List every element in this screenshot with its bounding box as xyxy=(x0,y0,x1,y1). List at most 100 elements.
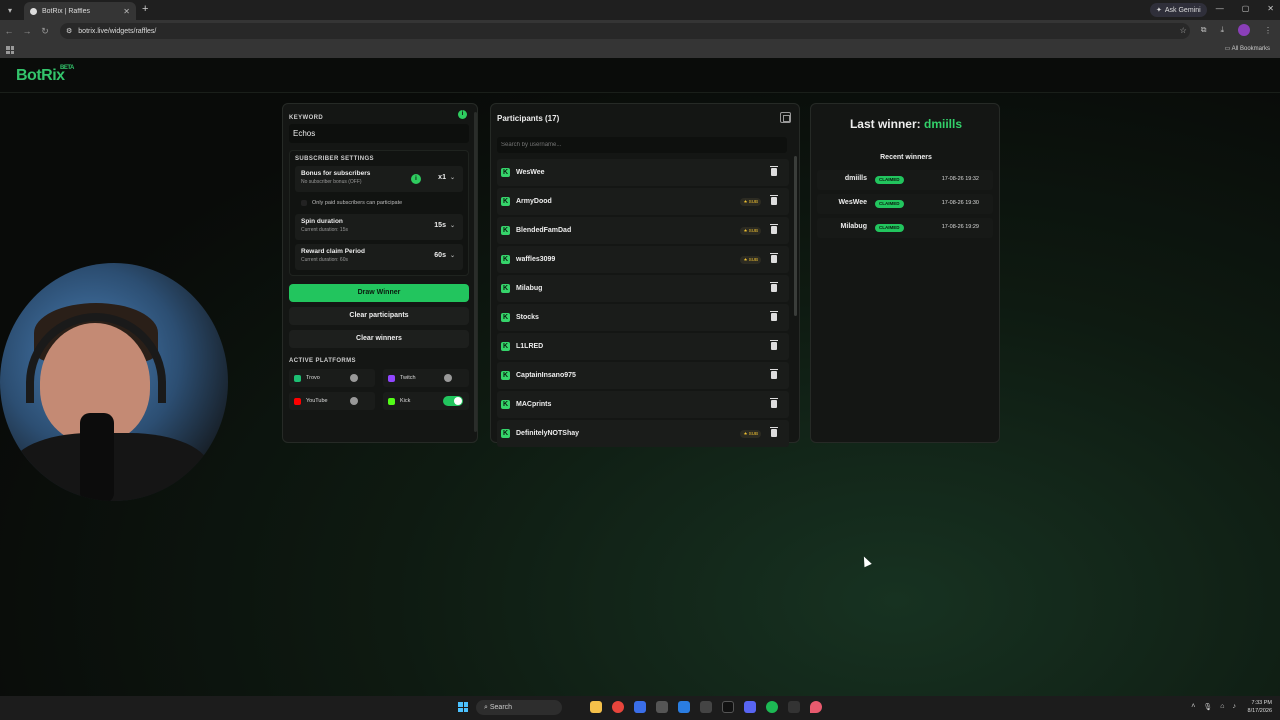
list-item: K L1LRED xyxy=(497,333,789,360)
spin-select[interactable]: 15s ⌄ xyxy=(434,222,455,229)
all-bookmarks-link[interactable]: ▭ All Bookmarks xyxy=(1225,45,1270,52)
maps-pin-icon[interactable] xyxy=(810,701,822,713)
logo-text: BotRix xyxy=(16,67,65,84)
discord-icon[interactable] xyxy=(744,701,756,713)
last-winner-heading: Last winner: dmiills xyxy=(811,117,1001,131)
bookmark-star-icon[interactable]: ☆ xyxy=(1180,26,1187,35)
trash-icon[interactable] xyxy=(770,224,778,234)
extensions-icon[interactable]: ⧉ xyxy=(1201,25,1207,35)
terminal-icon[interactable] xyxy=(788,701,800,713)
ask-gemini-button[interactable]: ✦ Ask Gemini xyxy=(1150,3,1207,17)
bonus-setting: Bonus for subscribers No subscriber bonu… xyxy=(295,166,463,192)
participants-scrollbar[interactable] xyxy=(794,156,797,316)
microphone-icon[interactable]: 🎙 xyxy=(1203,703,1212,711)
browser-menu-icon[interactable]: ⋮ xyxy=(1264,26,1272,35)
tab-close-icon[interactable]: ✕ xyxy=(123,7,130,16)
site-header: BotRix BETA xyxy=(0,58,1280,93)
trovo-toggle[interactable] xyxy=(349,373,369,383)
taskbar-search-label: Search xyxy=(489,704,513,711)
recent-winners-heading: Recent winners xyxy=(880,154,932,161)
trash-icon[interactable] xyxy=(770,340,778,350)
draw-winner-button[interactable]: Draw Winner xyxy=(289,284,469,302)
spotify-icon[interactable] xyxy=(766,701,778,713)
platform-label: Twitch xyxy=(400,375,416,381)
copy-icon[interactable] xyxy=(780,112,791,123)
reload-icon[interactable]: ↻ xyxy=(36,26,54,37)
network-icon[interactable]: ⌂ xyxy=(1220,703,1224,711)
keyword-info-icon[interactable]: i xyxy=(458,110,467,119)
sub-badge: ★ SUB xyxy=(740,430,761,438)
chrome-icon[interactable] xyxy=(612,701,624,713)
platform-trovo: Trovo xyxy=(289,369,375,387)
clear-participants-button[interactable]: Clear participants xyxy=(289,307,469,325)
sub-badge-label: SUB xyxy=(748,257,758,262)
kick-toggle[interactable] xyxy=(443,396,463,406)
clear-winners-button[interactable]: Clear winners xyxy=(289,330,469,348)
participants-panel: Participants (17) KWesWeeKArmyDood★ SUBK… xyxy=(490,103,800,447)
sub-badge-label: SUB xyxy=(748,431,758,436)
window-controls: — ▢ ✕ xyxy=(1216,4,1274,13)
subscriber-settings: SUBSCRIBER SETTINGS Bonus for subscriber… xyxy=(289,150,469,276)
kick-icon: K xyxy=(501,371,510,380)
participant-search-input[interactable] xyxy=(497,137,787,153)
maximize-icon[interactable]: ▢ xyxy=(1242,4,1250,13)
url-field[interactable]: ⚙ botrix.live/widgets/raffles/ xyxy=(60,23,1190,39)
store-icon[interactable] xyxy=(678,701,690,713)
last-winner-name: dmiills xyxy=(924,117,963,131)
trash-icon[interactable] xyxy=(770,166,778,176)
back-icon[interactable]: ← xyxy=(0,26,18,36)
settings-scrollbar[interactable] xyxy=(474,112,477,432)
keyword-input[interactable]: Echos xyxy=(289,124,469,143)
minimize-icon[interactable]: — xyxy=(1216,4,1224,13)
volume-icon[interactable]: ♪ xyxy=(1233,703,1237,711)
clock[interactable]: 7:33 PM 8/17/2026 xyxy=(1248,699,1272,715)
kick-icon: K xyxy=(501,226,510,235)
tiktok-icon[interactable] xyxy=(722,701,734,713)
apps-grid-icon[interactable] xyxy=(6,46,14,54)
trash-icon[interactable] xyxy=(770,398,778,408)
sub-badge: ★ SUB xyxy=(740,198,761,206)
close-window-icon[interactable]: ✕ xyxy=(1267,4,1274,13)
list-item: K Stocks xyxy=(497,304,789,331)
obs-icon[interactable] xyxy=(656,701,668,713)
twitch-toggle[interactable] xyxy=(443,373,463,383)
forward-icon[interactable]: → xyxy=(18,26,36,36)
participant-name: BlendedFamDad xyxy=(516,227,572,234)
tab-search-chevron-icon[interactable]: ▾ xyxy=(0,0,20,20)
site-info-icon[interactable]: ⚙ xyxy=(66,27,72,35)
list-item: K MACprints xyxy=(497,391,789,418)
raffle-settings-panel: KEYWORD i Echos SUBSCRIBER SETTINGS Bonu… xyxy=(282,103,478,443)
windows-start-icon[interactable] xyxy=(458,702,468,712)
recent-winners-list: dmiills CLAIMED 17-08-26 19:32 WesWee CLAIME… xyxy=(817,170,993,242)
winner-name: dmiills xyxy=(844,175,867,182)
bonus-value: x1 xyxy=(438,174,446,181)
clock-time: 7:33 PM xyxy=(1251,700,1272,706)
last-winner-label: Last winner: xyxy=(849,117,921,131)
taskbar-search[interactable]: ⌕ Search xyxy=(476,700,562,715)
youtube-toggle[interactable] xyxy=(349,396,369,406)
winners-panel: Last winner: dmiills Recent winners dmii… xyxy=(810,103,1000,443)
app-window-icon[interactable] xyxy=(634,701,646,713)
profile-avatar[interactable] xyxy=(1238,24,1250,36)
download-icon[interactable]: ⤓ xyxy=(1220,25,1224,35)
paid-only-checkbox[interactable]: Only paid subscribers can participate xyxy=(295,196,463,210)
trash-icon[interactable] xyxy=(770,311,778,321)
reward-select[interactable]: 60s ⌄ xyxy=(434,252,455,259)
participant-name: L1LRED xyxy=(516,343,544,350)
page-content: BotRix BETA KEYWORD i Echos SUBSCRIBER S… xyxy=(0,58,1280,696)
app-icon[interactable] xyxy=(700,701,712,713)
browser-tab[interactable]: BotRix | Raffles ✕ xyxy=(24,2,136,20)
trash-icon[interactable] xyxy=(770,427,778,437)
spin-duration-setting: Spin duration Current duration: 15s 15s ⌄ xyxy=(295,214,463,240)
trash-icon[interactable] xyxy=(770,282,778,292)
botrix-logo[interactable]: BotRix BETA xyxy=(16,65,74,85)
trash-icon[interactable] xyxy=(770,195,778,205)
trash-icon[interactable] xyxy=(770,369,778,379)
bonus-info-icon[interactable]: i xyxy=(411,174,421,184)
checkbox-icon[interactable] xyxy=(301,200,307,206)
trash-icon[interactable] xyxy=(770,253,778,263)
bonus-select[interactable]: x1 ⌄ xyxy=(438,174,455,181)
file-explorer-icon[interactable] xyxy=(590,701,602,713)
new-tab-icon[interactable]: + xyxy=(142,3,148,15)
chevron-up-icon[interactable]: ˄ xyxy=(1191,703,1195,711)
